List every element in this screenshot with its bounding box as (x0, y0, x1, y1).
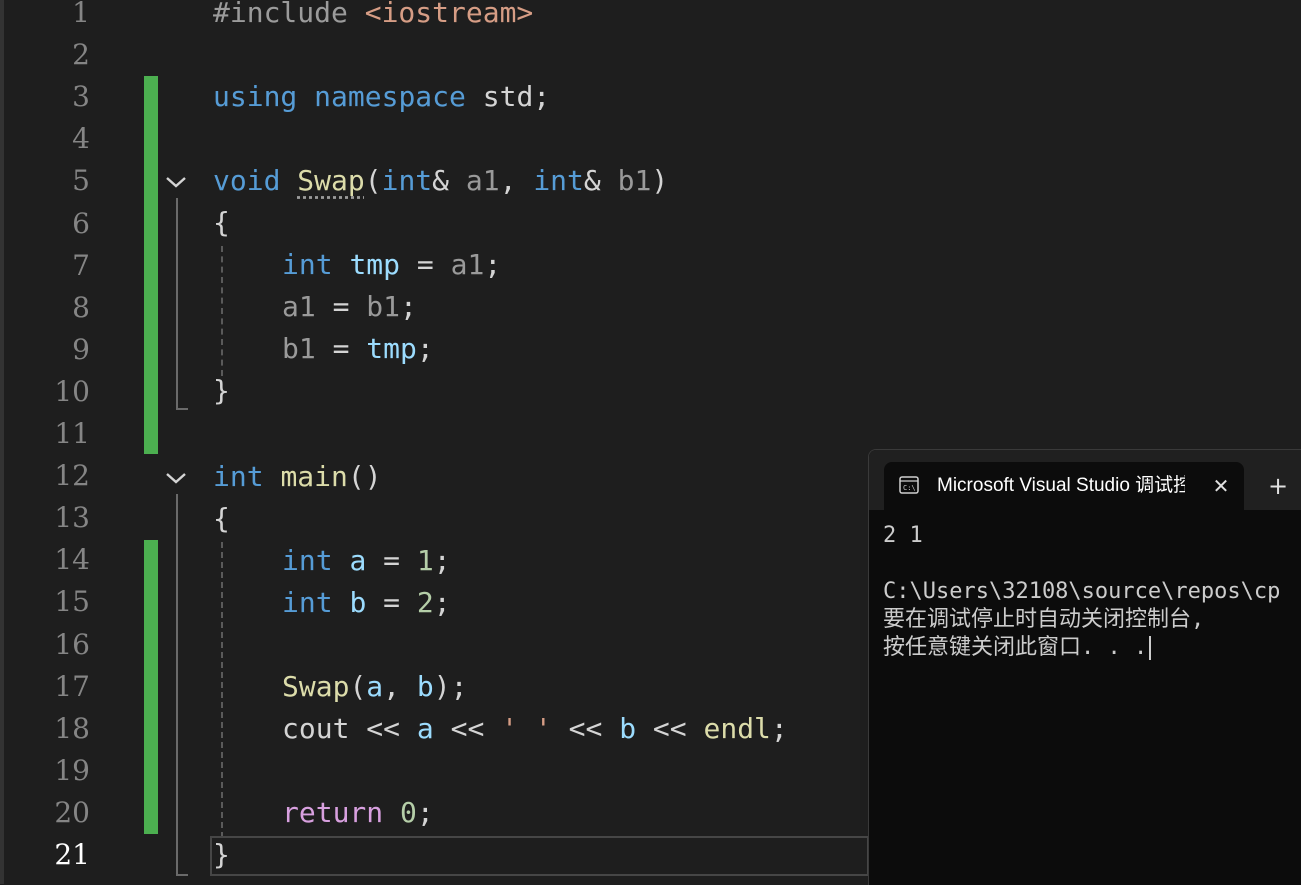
line-number: 16 (54, 627, 90, 661)
console-tab[interactable]: C:\ Microsoft Visual Studio 调试控 ✕ (884, 462, 1244, 510)
line-number: 9 (72, 332, 90, 366)
line-number: 4 (72, 122, 90, 156)
close-icon[interactable]: ✕ (1209, 474, 1233, 498)
code-line-7[interactable]: int tmp = a1; (282, 244, 501, 286)
fold-guide-end (176, 408, 188, 410)
line-number: 21 (54, 838, 90, 871)
text-cursor (1149, 636, 1152, 660)
console-output-line: C:\Users\32108\source\repos\cp (883, 579, 1281, 604)
code-line-10[interactable]: } (213, 370, 230, 412)
line-number: 15 (54, 585, 90, 619)
console-prompt-line: 按任意键关闭此窗口. . . (883, 634, 1152, 662)
fold-guide-line (176, 494, 178, 876)
code-line-8[interactable]: a1 = b1; (282, 286, 417, 328)
line-number: 18 (54, 711, 90, 745)
code-line-20[interactable]: return 0; (282, 792, 434, 834)
debug-console-window[interactable]: C:\ Microsoft Visual Studio 调试控 ✕ + 2 1 … (868, 449, 1301, 885)
code-line-15[interactable]: int b = 2; (282, 582, 451, 624)
line-number: 1 (72, 0, 90, 29)
line-number: 10 (54, 374, 90, 408)
code-line-14[interactable]: int a = 1; (282, 540, 451, 582)
code-line-1[interactable]: #include <iostream> (213, 0, 533, 34)
new-tab-button[interactable]: + (1264, 472, 1292, 500)
console-titlebar[interactable]: C:\ Microsoft Visual Studio 调试控 ✕ + (869, 450, 1301, 510)
fold-guide-end (176, 874, 188, 876)
line-number: 12 (54, 459, 90, 493)
code-line-13[interactable]: { (213, 498, 230, 540)
code-line-21[interactable]: } (213, 834, 230, 876)
fold-chevron-icon[interactable] (164, 466, 188, 490)
line-number: 17 (54, 669, 90, 703)
line-number: 19 (54, 753, 90, 787)
fold-guide-line (176, 198, 178, 410)
change-indicator-bar (144, 540, 158, 834)
function-name-swap[interactable]: Swap (297, 164, 364, 197)
code-line-9[interactable]: b1 = tmp; (282, 328, 434, 370)
console-output-line: 要在调试停止时自动关闭控制台, (883, 607, 1205, 632)
change-indicator-bar (144, 76, 158, 454)
current-line-highlight (210, 836, 869, 876)
line-number: 2 (72, 38, 90, 72)
line-number: 6 (72, 206, 90, 240)
svg-text:C:\: C:\ (903, 484, 916, 492)
fold-chevron-icon[interactable] (164, 170, 188, 194)
code-line-6[interactable]: { (213, 202, 230, 244)
line-number: 8 (72, 290, 90, 324)
console-tab-title: Microsoft Visual Studio 调试控 (937, 475, 1185, 496)
console-output-line: 按任意键关闭此窗口. . . (883, 635, 1148, 660)
editor-left-edge (0, 0, 4, 884)
indent-guide (221, 246, 223, 376)
console-app-icon: C:\ (899, 475, 919, 495)
code-line-17[interactable]: Swap(a, b); (282, 666, 467, 708)
line-number: 5 (72, 164, 90, 198)
line-number: 11 (54, 417, 90, 450)
line-number: 14 (54, 543, 90, 577)
code-line-12[interactable]: int main() (213, 456, 382, 498)
code-line-5[interactable]: void Swap(int& a1, int& b1) (213, 160, 668, 202)
code-line-18[interactable]: cout << a << ' ' << b << endl; (282, 708, 788, 750)
console-output-line: 2 1 (883, 523, 923, 548)
line-number: 13 (54, 501, 90, 535)
line-number: 7 (72, 248, 90, 282)
line-number: 3 (72, 80, 90, 114)
line-number: 20 (54, 795, 90, 829)
code-line-3[interactable]: using namespace std; (213, 76, 550, 118)
indent-guide (221, 542, 223, 838)
